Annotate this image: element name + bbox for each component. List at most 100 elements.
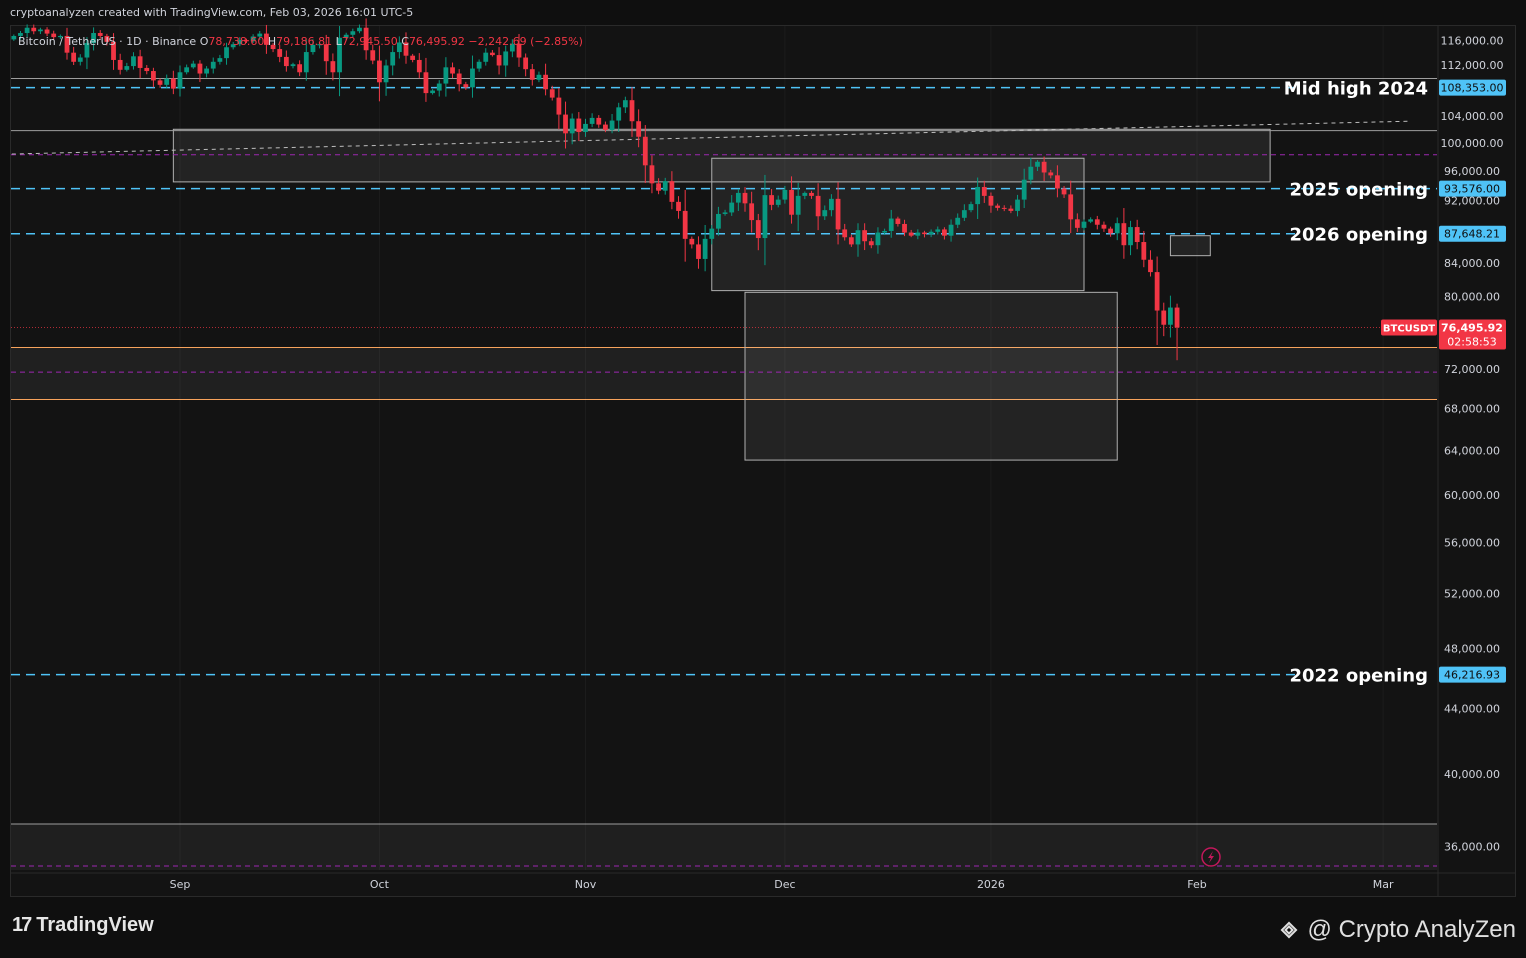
candle-body xyxy=(137,56,143,68)
candle-body xyxy=(942,229,947,236)
candle-body xyxy=(762,195,768,239)
candle-body xyxy=(1168,307,1173,325)
x-tick-label: Dec xyxy=(774,878,795,891)
candle-body xyxy=(775,199,781,205)
candle-body xyxy=(855,230,861,245)
candle-body xyxy=(1114,223,1120,234)
candle-body xyxy=(490,52,495,56)
candle-body xyxy=(1081,221,1087,228)
candle-body xyxy=(44,29,50,34)
candle-body xyxy=(908,232,914,236)
x-tick-label: Sep xyxy=(170,878,191,891)
candle-body xyxy=(755,220,761,239)
candle-body xyxy=(1008,208,1014,211)
symbol-label[interactable]: Bitcoin / TetherUS · 1D · Binance xyxy=(18,35,196,48)
candle-body xyxy=(370,50,376,61)
candle-body xyxy=(410,55,416,60)
candle-body xyxy=(151,71,156,81)
y-tick-label: 36,000.00 xyxy=(1444,841,1500,854)
candle-body xyxy=(882,230,887,233)
key-level-label: Mid high 2024 xyxy=(1284,79,1428,100)
candle-body xyxy=(383,65,389,83)
tradingview-brand: TradingView xyxy=(36,914,154,936)
low-value: 72,945.50 xyxy=(341,35,398,48)
candle-body xyxy=(616,107,622,121)
candle-body xyxy=(1121,223,1127,246)
candle-body xyxy=(456,73,462,85)
candle-body xyxy=(815,195,821,217)
y-tick-label: 96,000.00 xyxy=(1444,165,1500,178)
candle-body xyxy=(38,29,43,32)
candle-body xyxy=(975,187,981,205)
watermark: @ Crypto AnalyZen xyxy=(1276,916,1516,944)
candle-body xyxy=(443,67,449,84)
candle-body xyxy=(283,56,289,67)
candle-body xyxy=(622,100,628,108)
y-tick-label: 64,000.00 xyxy=(1444,444,1500,457)
y-tick-label: 68,000.00 xyxy=(1444,403,1500,416)
candle-body xyxy=(669,181,675,202)
candle-body xyxy=(184,67,190,73)
candle-body xyxy=(563,114,568,134)
candle-body xyxy=(436,83,442,91)
candle-body xyxy=(955,217,961,225)
y-tick-label: 44,000.00 xyxy=(1444,702,1500,715)
candle-body xyxy=(629,100,635,122)
candle-body xyxy=(157,80,163,85)
candle-body xyxy=(170,78,176,89)
candle-body xyxy=(224,47,229,59)
candle-body xyxy=(1021,179,1027,200)
candle-body xyxy=(496,55,502,66)
orange-zone-fill xyxy=(11,347,1437,400)
candle-body xyxy=(656,183,661,191)
candle-body xyxy=(529,69,535,80)
candle-body xyxy=(835,198,841,230)
candle-body xyxy=(11,35,17,40)
candle-body xyxy=(303,52,309,73)
candle-body xyxy=(902,223,907,233)
candle-body xyxy=(682,210,688,239)
candle-body xyxy=(124,66,130,70)
price-chart[interactable]: 116,000.00 112,000.00 104,000.00 100,000.00… xyxy=(0,0,1526,958)
tradingview-logo[interactable]: 17 TradingView xyxy=(12,914,154,937)
candle-body xyxy=(742,192,748,204)
candle-body xyxy=(922,232,927,235)
candle-body xyxy=(576,118,582,132)
symbol-tag: BTCUSDT xyxy=(1383,323,1435,334)
candle-body xyxy=(290,64,296,67)
candle-body xyxy=(928,231,934,235)
y-tick-label: 48,000.00 xyxy=(1444,642,1500,655)
candle-body xyxy=(1101,224,1107,229)
close-label: C xyxy=(401,35,409,48)
candle-body xyxy=(822,210,828,217)
candle-body xyxy=(1161,310,1167,325)
key-level-tag: 46,216.93 xyxy=(1444,669,1500,682)
y-tick-label: 40,000.00 xyxy=(1444,768,1500,781)
candle-body xyxy=(24,27,30,34)
candle-body xyxy=(210,61,216,69)
candle-body xyxy=(649,165,655,184)
y-tick-label: 84,000.00 xyxy=(1444,257,1500,270)
candle-body xyxy=(423,72,429,94)
candle-body xyxy=(144,67,150,72)
y-tick-label: 104,000.00 xyxy=(1441,110,1504,123)
candle-body xyxy=(77,57,83,62)
candle-body xyxy=(503,51,509,66)
last-price-tag: 76,495.92 xyxy=(1441,321,1503,334)
watermark-text: @ Crypto AnalyZen xyxy=(1307,916,1516,943)
candle-body xyxy=(483,52,489,62)
candle-body xyxy=(1068,194,1074,220)
candle-body xyxy=(875,232,881,246)
candle-body xyxy=(1028,166,1034,180)
candle-body xyxy=(1041,161,1047,173)
y-tick-label: 72,000.00 xyxy=(1444,363,1500,376)
candle-body xyxy=(357,27,362,32)
candle-body xyxy=(430,90,435,94)
x-tick-label: Feb xyxy=(1187,878,1206,891)
change-value: −2,242.69 (−2.85%) xyxy=(468,35,583,48)
candle-body xyxy=(868,241,874,246)
key-level-tag: 93,576.00 xyxy=(1444,183,1500,196)
candle-body xyxy=(536,74,542,80)
high-label: H xyxy=(267,35,277,48)
x-tick-label: Nov xyxy=(575,878,597,891)
